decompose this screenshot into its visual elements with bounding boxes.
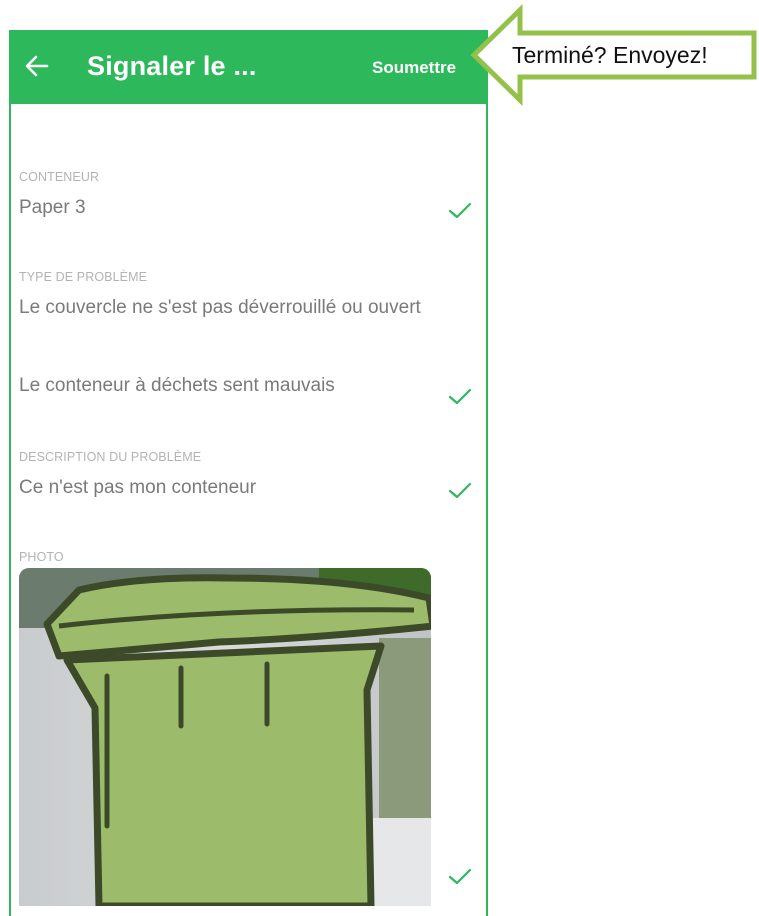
description-value: Ce n'est pas mon conteneur (19, 477, 257, 498)
submit-button[interactable]: Soumettre (372, 58, 456, 78)
problem-type-label: TYPE DE PROBLÈME (19, 270, 148, 284)
problem-type-option: Le conteneur à déchets sent mauvais (19, 375, 335, 396)
arrow-left-icon (25, 55, 49, 77)
check-icon (448, 482, 472, 499)
app-bar: Signaler le ... Soumettre (9, 30, 488, 104)
problem-type-option: Le couvercle ne s'est pas déverrouillé o… (19, 297, 421, 318)
check-icon (448, 388, 472, 405)
check-icon (448, 202, 472, 219)
waste-bin-illustration (19, 568, 431, 906)
check-icon (448, 868, 472, 885)
container-label: CONTENEUR (19, 170, 100, 184)
callout-text: Terminé? Envoyez! (512, 42, 708, 68)
description-label: DESCRIPTION DU PROBLÈME (19, 450, 202, 464)
photo-preview[interactable] (19, 568, 431, 906)
page-title: Signaler le ... (87, 51, 257, 81)
back-button[interactable] (23, 52, 51, 80)
container-value: Paper 3 (19, 197, 86, 218)
photo-label: PHOTO (19, 550, 64, 564)
phone-screen: Signaler le ... Soumettre CONTENEUR Pape… (9, 30, 488, 916)
